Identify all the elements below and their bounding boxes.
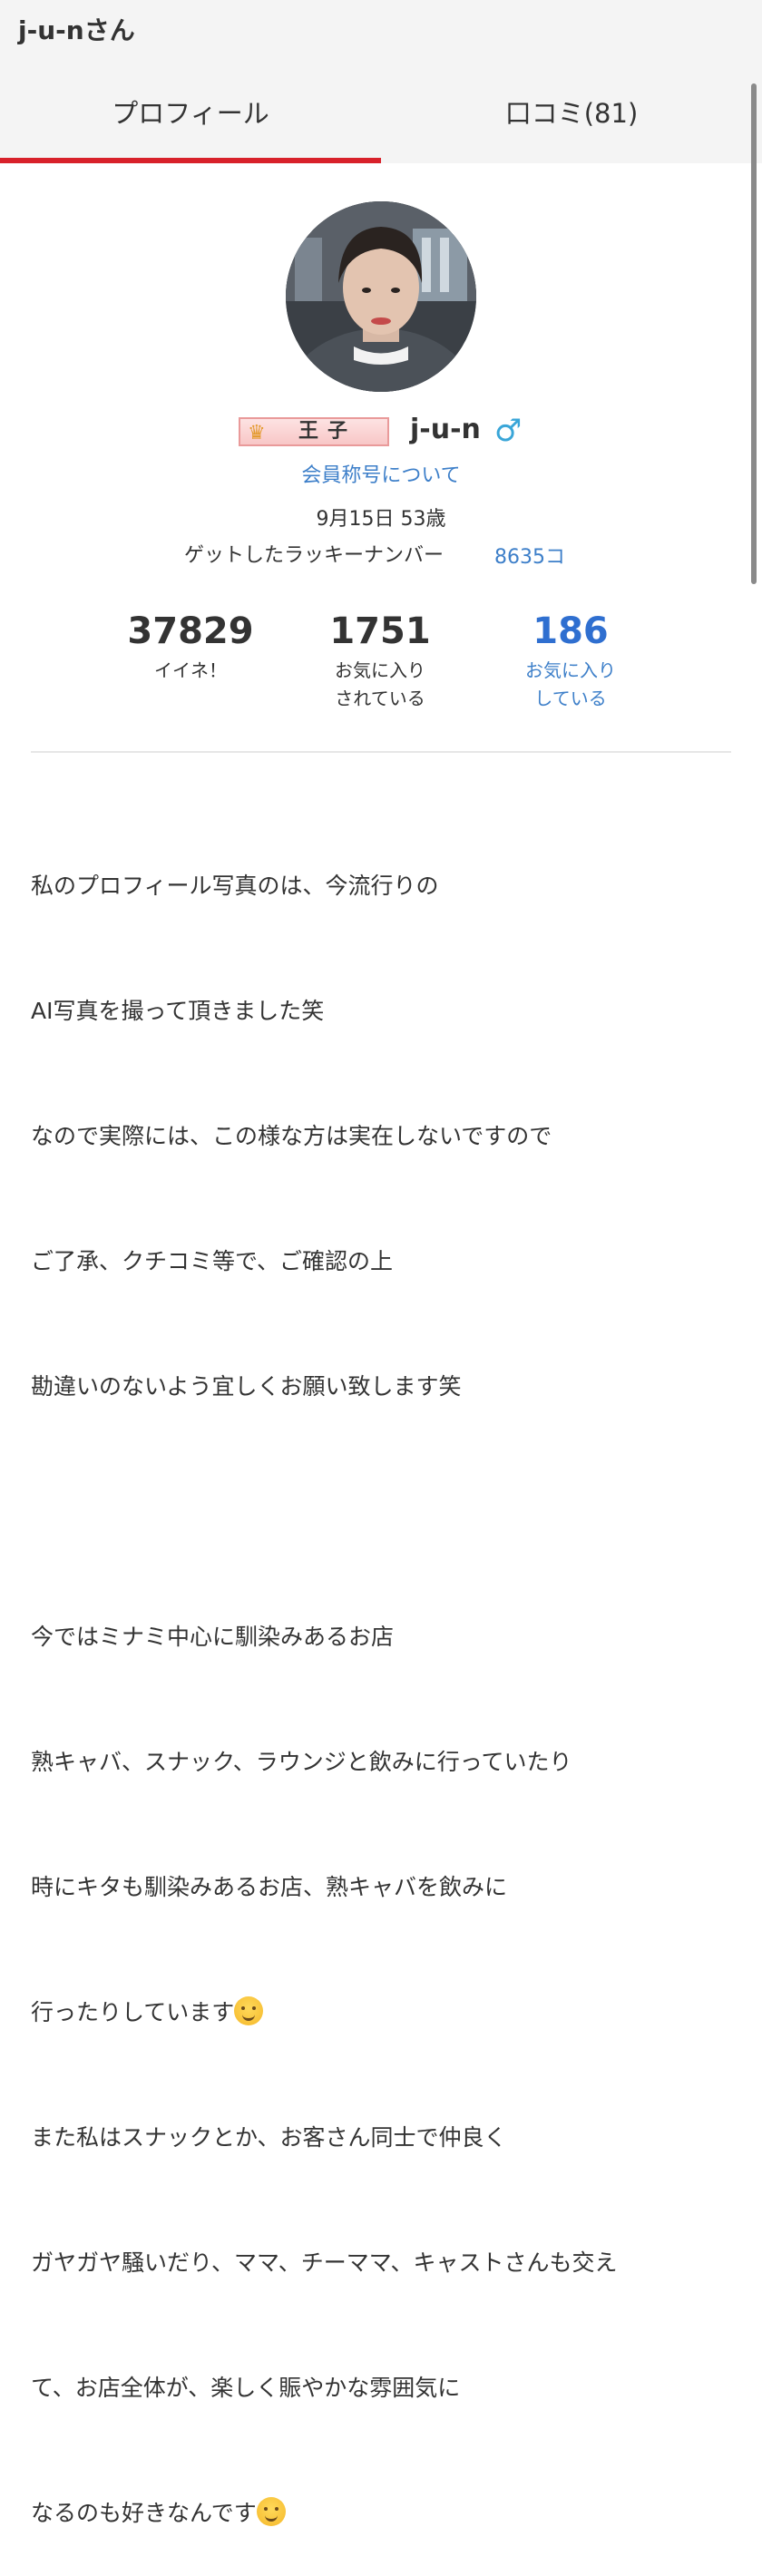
bio-line: ガヤガヤ騒いだり、ママ、チーママ、キャストさんも交え	[31, 2249, 618, 2276]
bio-line	[31, 1491, 747, 1533]
bio-line: なので実際には、この様な方は実在しないですので	[31, 1123, 552, 1149]
stat-likes[interactable]: 37829 イイネ！	[100, 606, 281, 685]
crown-icon: ♛	[248, 422, 266, 444]
stat-favorited-label-1: お気に入り	[335, 659, 425, 681]
bio-line-text: なるのも好きなんです	[31, 2500, 257, 2526]
stat-favorited-label-2: されている	[335, 688, 425, 709]
profile-bio: 私のプロフィール写真のは、今流行りの AI写真を撮って頂きました笑 なので実際に…	[31, 782, 747, 2576]
username: j-u-n	[410, 414, 481, 445]
rank-badge-text: 王子	[298, 420, 357, 443]
stat-favoriting-label-2: している	[534, 688, 607, 709]
bio-line: AI写真を撮って頂きました笑	[31, 998, 325, 1024]
bio-line: 時にキタも馴染みあるお店、熟キャバを飲みに	[31, 1874, 508, 1900]
tab-bar: プロフィール 口コミ(81)	[0, 63, 762, 163]
lucky-number-label: ゲットしたラッキーナンバー	[184, 544, 444, 567]
bio-line: 勘違いのないよう宜しくお願い致します笑	[31, 1373, 462, 1400]
bio-line: 私のプロフィール写真のは、今流行りの	[31, 873, 439, 899]
tab-reviews[interactable]: 口コミ(81)	[381, 63, 762, 163]
smile-emoji-icon	[234, 1996, 264, 2025]
top-bar: j-u-nさん	[0, 0, 762, 63]
avatar	[286, 201, 476, 392]
male-icon: ♂	[494, 413, 523, 449]
stat-favorited-value: 1751	[329, 610, 431, 652]
bio-line: ご了承、クチコミ等で、ご確認の上	[31, 1248, 394, 1274]
stat-favoriting[interactable]: 186 お気に入り している	[480, 606, 661, 713]
stat-likes-value: 37829	[127, 610, 254, 652]
bio-line: また私はスナックとか、お客さん同士で仲良く	[31, 2124, 507, 2151]
bio-line-text: 行ったりしています	[31, 1999, 235, 2025]
stat-likes-label: イイネ！	[154, 659, 227, 681]
lucky-number-link[interactable]: 8635コ	[494, 542, 565, 573]
divider	[31, 751, 731, 753]
bio-line: なるのも好きなんです	[31, 2493, 747, 2534]
blush-emoji-icon	[256, 2497, 286, 2526]
member-title-link[interactable]: 会員称号について	[0, 461, 762, 492]
bio-line: 今ではミナミ中心に馴染みあるお店	[31, 1624, 395, 1650]
bio-line: 行ったりしています	[31, 1992, 747, 2034]
page-title: j-u-nさん	[18, 15, 135, 45]
stat-favoriting-label-1: お気に入り	[525, 659, 616, 681]
avatar-image	[286, 201, 476, 392]
tab-profile[interactable]: プロフィール	[0, 63, 381, 163]
member-rank-badge: ♛ 王子	[239, 417, 389, 446]
stat-favorited[interactable]: 1751 お気に入り されている	[289, 606, 471, 713]
stat-favoriting-value: 186	[532, 610, 609, 652]
bio-line: て、お店全体が、楽しく賑やかな雰囲気に	[31, 2375, 461, 2401]
birthday-age: 9月15日 53歳	[316, 508, 446, 531]
bio-line: 熟キャバ、スナック、ラウンジと飲みに行っていたり	[31, 1749, 572, 1775]
